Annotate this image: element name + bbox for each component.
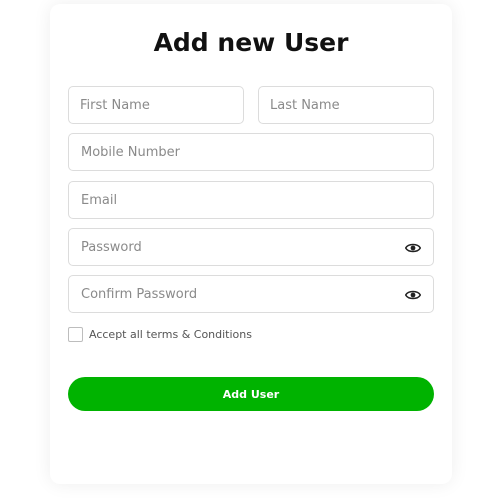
email-field[interactable] (68, 181, 434, 219)
terms-checkbox[interactable] (68, 326, 83, 342)
password-field[interactable] (68, 228, 434, 266)
eye-icon[interactable] (405, 288, 421, 302)
confirm-password-input[interactable] (69, 276, 433, 312)
page-title: Add new User (153, 28, 349, 57)
mobile-number-input[interactable] (69, 134, 433, 170)
eye-icon[interactable] (405, 241, 421, 255)
add-user-card: Add new User Accept all terms & Conditio… (50, 4, 452, 484)
last-name-input[interactable] (259, 87, 433, 123)
first-name-input[interactable] (69, 87, 243, 123)
password-input[interactable] (69, 229, 433, 265)
confirm-password-field[interactable] (68, 275, 434, 313)
last-name-field[interactable] (258, 86, 434, 124)
terms-row: Accept all terms & Conditions (68, 326, 252, 342)
first-name-field[interactable] (68, 86, 244, 124)
add-user-button[interactable]: Add User (68, 377, 434, 411)
terms-label: Accept all terms & Conditions (89, 327, 252, 341)
email-input[interactable] (69, 182, 433, 218)
mobile-number-field[interactable] (68, 133, 434, 171)
